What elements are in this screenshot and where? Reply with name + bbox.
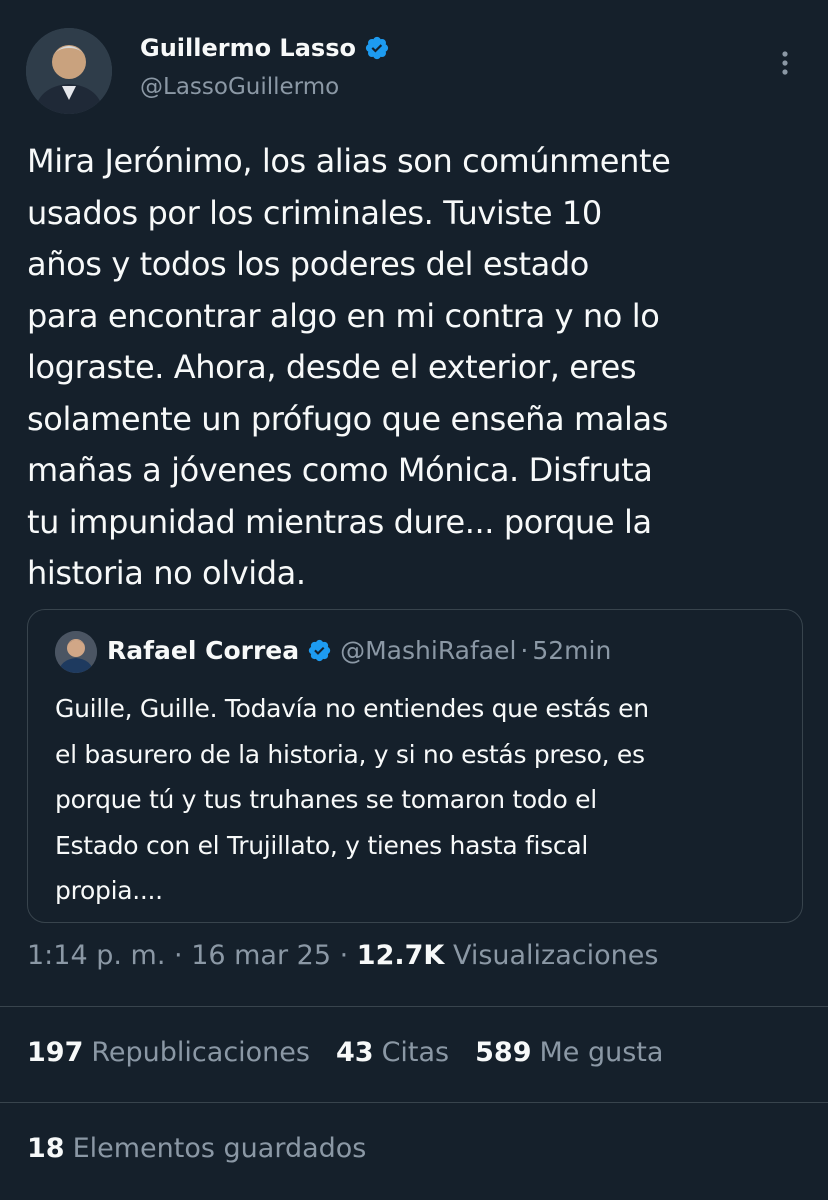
quoted-tweet-header: Rafael Correa @MashiRafael · 52min [107, 636, 611, 665]
author-avatar[interactable] [26, 28, 112, 114]
more-vertical-icon [782, 51, 788, 75]
quoted-tweet-text: Guille, Guille. Todavía no entiendes que… [55, 694, 649, 905]
quoted-author-handle: @MashiRafael [340, 636, 517, 665]
tweet-text: Mira Jerónimo, los alias son comúnmente … [27, 142, 671, 592]
likes-count: 589 [475, 1037, 532, 1068]
user-avatar-icon [26, 28, 112, 114]
author-name-row: Guillermo Lasso [140, 34, 390, 62]
bookmarks-count: 18 [27, 1133, 65, 1164]
quotes-stat[interactable]: 43 Citas [336, 1037, 449, 1068]
reposts-label: Republicaciones [91, 1037, 310, 1068]
quoted-tweet-time: 52min [532, 636, 612, 665]
quoted-tweet-card[interactable]: Rafael Correa @MashiRafael · 52min Guill… [27, 609, 803, 923]
tweet-meta: 1:14 p. m. · 16 mar 25 · 12.7K Visualiza… [27, 940, 658, 971]
bookmarks-label: Elementos guardados [72, 1133, 367, 1164]
reposts-count: 197 [27, 1037, 84, 1068]
tweet-time[interactable]: 1:14 p. m. [27, 940, 165, 971]
tweet-date[interactable]: 16 mar 25 [191, 940, 331, 971]
tweet-header: Guillermo Lasso @LassoGuillermo [0, 0, 828, 130]
verified-badge-icon [308, 639, 331, 662]
views-label: Visualizaciones [452, 940, 659, 971]
views-count: 12.7K [356, 940, 445, 971]
bookmarks-stat[interactable]: 18 Elementos guardados [27, 1133, 366, 1164]
quotes-label: Citas [381, 1037, 450, 1068]
separator-dot: · [520, 636, 529, 665]
author-display-name[interactable]: Guillermo Lasso [140, 34, 356, 62]
likes-stat[interactable]: 589 Me gusta [475, 1037, 663, 1068]
divider [0, 1006, 828, 1007]
user-avatar-icon [55, 631, 97, 673]
verified-badge-icon [365, 36, 389, 60]
divider [0, 1102, 828, 1103]
quoted-author-name: Rafael Correa [107, 636, 300, 665]
engagement-stats: 197 Republicaciones 43 Citas 589 Me gusta [27, 1037, 689, 1068]
more-options-button[interactable] [770, 48, 800, 78]
quoted-author-avatar [55, 631, 97, 673]
separator-dot: · [339, 940, 349, 971]
quotes-count: 43 [335, 1037, 374, 1068]
separator-dot: · [174, 940, 183, 971]
reposts-stat[interactable]: 197 Republicaciones [27, 1037, 310, 1068]
author-handle[interactable]: @LassoGuillermo [140, 74, 339, 100]
likes-label: Me gusta [539, 1037, 664, 1068]
